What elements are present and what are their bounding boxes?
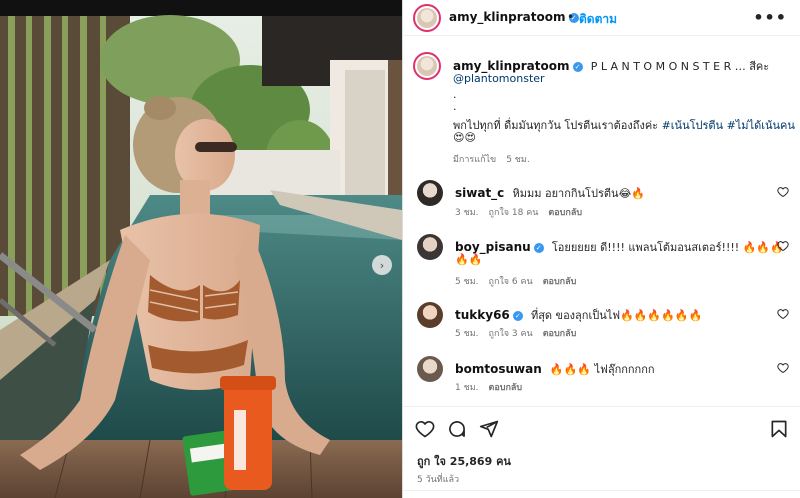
author-avatar[interactable] bbox=[413, 4, 441, 32]
edited-label: มีการแก้ไข bbox=[453, 155, 497, 165]
carousel-next-button[interactable]: › bbox=[372, 255, 392, 275]
comment-like-heart-icon[interactable] bbox=[777, 308, 789, 320]
comment-row: boy_pisanu ✓ โอยยยยย ดี!!!! แพลนโต้มอนสเต… bbox=[455, 238, 784, 256]
caption-mention-link[interactable]: @plantomonster bbox=[453, 72, 545, 85]
post-time[interactable]: 5 วันที่แล้ว bbox=[417, 472, 459, 486]
author-username[interactable]: amy_klinpratoom ✓ bbox=[449, 10, 579, 24]
post-panel: amy_klinpratoom ✓ • ติดตาม ••• amy_klinpr… bbox=[402, 0, 800, 498]
follow-button[interactable]: ติดตาม bbox=[579, 10, 617, 29]
comment-meta: 5 ชม. ถูกใจ 3 คน ตอบกลับ bbox=[455, 326, 586, 340]
comment-row: bomtosuwan 🔥🔥🔥 ไฟลุ๊กกกกกก bbox=[455, 360, 655, 378]
more-options-icon[interactable]: ••• bbox=[753, 8, 787, 27]
comment-time: 5 ชม. bbox=[455, 277, 479, 287]
caption-emojis: 😍😍 bbox=[453, 131, 476, 144]
comment-username[interactable]: tukky66 bbox=[455, 308, 510, 322]
comment-avatar[interactable] bbox=[417, 234, 443, 260]
reply-button[interactable]: ตอบกลับ bbox=[489, 383, 523, 393]
comment-likes[interactable]: ถูกใจ 6 คน bbox=[489, 277, 533, 287]
comment-text: โอยยยยย ดี!!!! แพลนโต้มอนสเตอร์!!!! 🔥🔥🔥 bbox=[551, 241, 784, 254]
photo-illustration bbox=[0, 0, 402, 498]
comment-text: หิมมม อยากกินโปรตีน😂🔥 bbox=[512, 187, 646, 200]
comment-avatar[interactable] bbox=[417, 356, 443, 382]
hashtag-link[interactable]: #เน้นโปรตีน bbox=[662, 119, 723, 132]
comment-username[interactable]: boy_pisanu bbox=[455, 240, 531, 254]
reply-button[interactable]: ตอบกลับ bbox=[548, 208, 582, 218]
comment-like-heart-icon[interactable] bbox=[777, 186, 789, 198]
hashtag-link[interactable]: #ไม่ได้เน้นคน bbox=[727, 119, 795, 132]
caption-meta: มีการแก้ไข 5 ชม. bbox=[453, 152, 540, 166]
post-photo[interactable]: › bbox=[0, 0, 402, 498]
verified-badge-icon: ✓ bbox=[572, 62, 583, 72]
comment-likes[interactable]: ถูกใจ 18 คน bbox=[489, 208, 539, 218]
comment-avatar[interactable] bbox=[417, 180, 443, 206]
comment-like-heart-icon[interactable] bbox=[777, 362, 789, 374]
comment-time: 3 ชม. bbox=[455, 208, 479, 218]
comment-icon[interactable] bbox=[447, 419, 467, 439]
caption-text: พกไปทุกที่ ดื่มมันทุกวัน โปรตีนเราต้องถึ… bbox=[453, 119, 662, 132]
add-comment-bar bbox=[403, 490, 800, 498]
comment-time: 1 ชม. bbox=[455, 383, 479, 393]
caption-age: 5 ชม. bbox=[506, 155, 530, 165]
comment-meta: 1 ชม. ตอบกลับ bbox=[455, 380, 532, 394]
share-icon[interactable] bbox=[479, 419, 499, 439]
comment-time: 5 ชม. bbox=[455, 329, 479, 339]
comment-avatar[interactable] bbox=[417, 302, 443, 328]
author-username-text[interactable]: amy_klinpratoom bbox=[449, 10, 566, 24]
comment-text: 🔥🔥🔥 ไฟลุ๊กกกกกก bbox=[549, 363, 655, 376]
comment-row: tukky66 ✓ ที่สุด ของลุกเป็นไฟ🔥🔥🔥🔥🔥🔥 bbox=[455, 306, 702, 324]
verified-badge-icon: ✓ bbox=[533, 243, 544, 253]
caption-line-1: P L A N T O M O N S T E R … สีคะ bbox=[590, 60, 770, 73]
comment-row: siwat_c หิมมม อยากกินโปรตีน😂🔥 bbox=[455, 184, 645, 202]
post-header: amy_klinpratoom ✓ • ติดตาม ••• bbox=[403, 0, 800, 36]
comment-meta: 3 ชม. ถูกใจ 18 คน ตอบกลับ bbox=[455, 205, 592, 219]
caption-author-avatar[interactable] bbox=[413, 52, 441, 80]
reply-button[interactable]: ตอบกลับ bbox=[543, 329, 577, 339]
comment-like-heart-icon[interactable] bbox=[777, 240, 789, 252]
bookmark-icon[interactable] bbox=[769, 419, 789, 439]
comment-text: ที่สุด ของลุกเป็นไฟ🔥🔥🔥🔥🔥🔥 bbox=[530, 309, 703, 322]
comment-username[interactable]: siwat_c bbox=[455, 186, 504, 200]
comment-meta: 5 ชม. ถูกใจ 6 คน ตอบกลับ bbox=[455, 274, 586, 288]
comment-likes[interactable]: ถูกใจ 3 คน bbox=[489, 329, 533, 339]
caption-line-5: พกไปทุกที่ ดื่มมันทุกวัน โปรตีนเราต้องถึ… bbox=[453, 116, 795, 134]
separator-dot: • bbox=[567, 10, 575, 24]
comment-username[interactable]: bomtosuwan bbox=[455, 362, 542, 376]
like-count[interactable]: ถูก ใจ 25,869 คน bbox=[417, 452, 511, 470]
comment-text-continued: 🔥🔥 bbox=[455, 253, 483, 266]
heart-icon[interactable] bbox=[415, 419, 435, 439]
verified-badge-icon: ✓ bbox=[512, 311, 523, 321]
caption-author-text[interactable]: amy_klinpratoom bbox=[453, 59, 570, 73]
caption-line-4: . bbox=[453, 100, 457, 113]
reply-button[interactable]: ตอบกลับ bbox=[543, 277, 577, 287]
